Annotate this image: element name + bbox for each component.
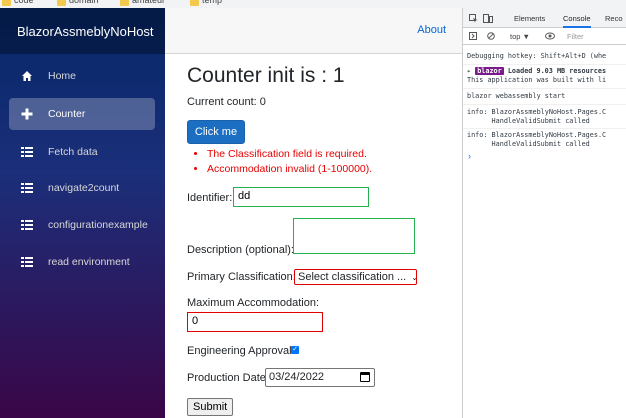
sidebar-item-label: Counter <box>48 108 86 120</box>
eye-icon[interactable] <box>545 32 555 42</box>
console-line: info: BlazorAssmeblyNoHost.Pages.C <box>467 131 607 139</box>
console-line-text: Loaded 9.03 MB resources <box>507 67 607 75</box>
bookmark-amateur[interactable]: amateur <box>120 0 165 6</box>
sidebar-item-label: read environment <box>48 256 130 268</box>
list-icon <box>19 218 35 232</box>
console-prompt[interactable]: › <box>468 151 471 161</box>
classification-select[interactable]: Select classification ... ⌄ <box>294 269 418 285</box>
log-divider <box>463 64 626 65</box>
about-link[interactable]: About <box>417 24 446 36</box>
clear-console-icon[interactable] <box>487 32 495 42</box>
accommodation-input[interactable]: 0 <box>187 312 323 332</box>
classification-selected: Select classification ... <box>298 271 407 283</box>
approval-label: Engineering Approval: <box>187 345 295 357</box>
sidebar-item-label: configurationexample <box>48 219 148 231</box>
classification-label: Primary Classification: <box>187 271 296 283</box>
context-selector[interactable]: top ▼ <box>510 32 530 41</box>
sidebar-item-label: navigate2count <box>48 182 120 194</box>
list-icon <box>19 145 35 159</box>
home-icon <box>19 69 35 83</box>
main-area: About Counter init is : 1 Current count:… <box>165 8 462 418</box>
console-line: ▸ blazor Loaded 9.03 MB resources <box>467 67 606 76</box>
sidebar-item-counter[interactable]: Counter <box>9 98 155 130</box>
log-divider <box>463 104 626 105</box>
bookmark-code[interactable]: code <box>2 0 34 6</box>
list-icon <box>19 255 35 269</box>
sidebar-item-read-environment[interactable]: read environment <box>9 246 155 278</box>
identifier-input[interactable]: dd <box>233 187 369 207</box>
plus-icon <box>19 107 35 121</box>
sidebar-item-label: Fetch data <box>48 146 98 158</box>
sidebar-item-home[interactable]: Home <box>9 60 155 92</box>
description-textarea[interactable] <box>293 218 415 254</box>
console-line: This application was built with li <box>467 76 607 84</box>
console-line: HandleValidSubmit called <box>467 140 590 148</box>
log-divider <box>463 128 626 129</box>
date-label: Production Date: <box>187 372 269 384</box>
submit-button[interactable]: Submit <box>187 398 234 416</box>
console-toolbar: top ▼ Filter <box>463 29 626 45</box>
sidebar-item-configurationexample[interactable]: configurationexample <box>9 209 155 241</box>
check-icon: ✓ <box>292 346 298 353</box>
tab-console[interactable]: Console <box>563 14 591 28</box>
folder-icon <box>2 0 11 6</box>
sidebar-item-navigate2count[interactable]: navigate2count <box>9 172 155 204</box>
production-date-input[interactable]: 03/24/2022 <box>265 368 375 387</box>
tab-recorder[interactable]: Reco <box>605 14 623 23</box>
devtools-tabs: Elements Console Reco <box>463 8 626 28</box>
current-count: Current count: 0 <box>187 96 266 108</box>
console-line: HandleValidSubmit called <box>467 117 590 125</box>
console-line: blazor webassembly start <box>467 92 566 100</box>
approval-checkbox[interactable]: ✓ <box>291 346 299 354</box>
bookmark-temp[interactable]: temp <box>190 0 222 6</box>
page-title: Counter init is : 1 <box>187 64 345 87</box>
folder-icon <box>190 0 199 6</box>
blazor-badge: blazor <box>475 67 504 75</box>
validation-error: The Classification field is required. <box>207 147 372 162</box>
accommodation-label: Maximum Accommodation: <box>187 297 320 309</box>
filter-input[interactable]: Filter <box>567 32 584 41</box>
calendar-icon[interactable] <box>360 372 370 382</box>
date-value: 03/24/2022 <box>269 371 325 383</box>
folder-icon <box>57 0 66 6</box>
inspect-icon[interactable] <box>469 14 478 25</box>
description-label: Description (optional): <box>187 244 294 256</box>
bookmarks-bar: code domain amateur temp <box>0 0 626 8</box>
click-me-button[interactable]: Click me <box>187 120 245 144</box>
list-icon <box>19 181 35 195</box>
expand-arrow-icon[interactable]: ▸ <box>467 67 475 75</box>
bookmark-domain[interactable]: domain <box>57 0 99 6</box>
validation-summary: The Classification field is required. Ac… <box>199 147 372 177</box>
sidebar-item-label: Home <box>48 70 77 82</box>
log-divider <box>463 88 626 89</box>
chevron-down-icon: ⌄ <box>411 273 418 282</box>
sidebar-toggle-icon[interactable] <box>469 32 477 42</box>
app: BlazorAssmeblyNoHost Home Counter Fetch … <box>0 8 462 418</box>
sidebar-item-fetch-data[interactable]: Fetch data <box>9 136 155 168</box>
brand-title[interactable]: BlazorAssmeblyNoHost <box>0 8 165 54</box>
devtools-panel: Elements Console Reco top ▼ Filter Debug… <box>462 8 626 418</box>
sidebar: BlazorAssmeblyNoHost Home Counter Fetch … <box>0 8 165 418</box>
identifier-label: Identifier: <box>187 192 233 204</box>
console-line: Debugging hotkey: Shift+Alt+D (whe <box>467 52 607 60</box>
folder-icon <box>120 0 129 6</box>
console-line: info: BlazorAssmeblyNoHost.Pages.C <box>467 108 607 116</box>
top-bar: About <box>165 8 462 54</box>
validation-error: Accommodation invalid (1-100000). <box>207 162 372 177</box>
device-toolbar-icon[interactable] <box>483 14 493 25</box>
tab-elements[interactable]: Elements <box>514 14 545 23</box>
